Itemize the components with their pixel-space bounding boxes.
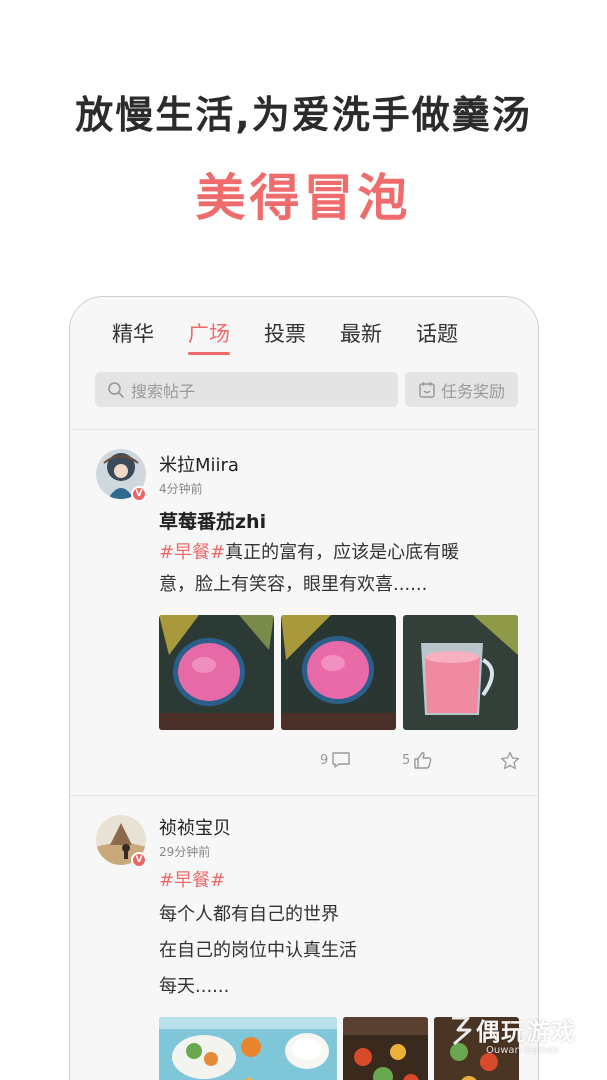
task-reward-label: 任务奖励 <box>440 381 505 401</box>
tab-essence[interactable]: 精华 <box>112 319 154 353</box>
tab-vote[interactable]: 投票 <box>264 319 306 353</box>
like-count-value: 5 <box>402 752 411 768</box>
post-text: #早餐# 每个人都有自己的世界 在自己的岗位中认真生活 每天...... <box>159 865 519 1003</box>
promo-subheadline: 美得冒泡 <box>195 169 412 227</box>
post-time: 29分钟前 <box>159 845 211 859</box>
comment-count[interactable]: 9 <box>320 751 351 769</box>
verified-badge: V <box>131 852 147 868</box>
tab-topics[interactable]: 话题 <box>416 319 458 353</box>
tab-bar: 精华 广场 投票 最新 话题 <box>70 319 538 355</box>
post-time: 4分钟前 <box>159 482 203 496</box>
search-input[interactable]: 搜索帖子 <box>95 372 398 407</box>
promo-headline: 放慢生活,为爱洗手做羹汤 <box>75 93 532 137</box>
post-tag[interactable]: #早餐# <box>159 542 225 563</box>
search-icon <box>108 381 124 398</box>
comment-icon <box>332 752 350 768</box>
post-image[interactable] <box>159 615 274 730</box>
salad-photo <box>343 1017 428 1080</box>
comment-count-value: 9 <box>320 752 329 768</box>
tab-square[interactable]: 广场 <box>188 319 230 355</box>
task-calendar-icon <box>419 381 435 398</box>
favorite-button[interactable] <box>497 751 520 770</box>
app-screen-frame: 精华 广场 投票 最新 话题 搜索帖子 任务奖励 V 米拉Miira 4分钟前 … <box>69 296 539 1080</box>
star-icon <box>500 751 520 770</box>
post-text-line: 真正的富有，应该是心底有暖 <box>225 542 460 563</box>
post-text-line: 每天...... <box>159 976 230 997</box>
smoothie-photo <box>403 615 518 730</box>
watermark-text: 偶玩游戏 <box>476 1018 576 1046</box>
post-text-line: 在自己的岗位中认真生活 <box>159 940 357 961</box>
like-count[interactable]: 5 <box>402 751 433 769</box>
post-tag[interactable]: #早餐# <box>159 865 519 897</box>
watermark-subtext: Ouwan Games <box>486 1045 560 1056</box>
post-card[interactable]: V 米拉Miira 4分钟前 草莓番茄zhi #早餐#真正的富有，应该是心底有暖… <box>70 429 538 795</box>
post-image[interactable] <box>343 1017 428 1080</box>
smoothie-photo <box>159 615 274 730</box>
watermark-icon <box>452 1016 472 1046</box>
post-image[interactable] <box>281 615 396 730</box>
verified-badge: V <box>131 486 147 502</box>
post-text-line: 每个人都有自己的世界 <box>159 904 339 925</box>
post-image[interactable] <box>159 1017 337 1080</box>
post-text-line: 意，脸上有笑容，眼里有欢喜...... <box>159 574 428 595</box>
smoothie-photo <box>281 615 396 730</box>
post-image[interactable] <box>403 615 518 730</box>
thumbs-up-icon <box>414 752 432 769</box>
post-text: #早餐#真正的富有，应该是心底有暖 意，脸上有笑容，眼里有欢喜...... <box>159 537 519 601</box>
tab-latest[interactable]: 最新 <box>340 319 382 353</box>
task-reward-button[interactable]: 任务奖励 <box>405 372 518 407</box>
post-title: 草莓番茄zhi <box>159 511 267 533</box>
search-placeholder: 搜索帖子 <box>131 381 196 401</box>
post-username[interactable]: 祯祯宝贝 <box>159 814 231 840</box>
post-username[interactable]: 米拉Miira <box>159 451 239 477</box>
breakfast-photo <box>159 1017 337 1080</box>
watermark-logo: 偶玩游戏 Ouwan Games <box>448 1012 598 1072</box>
